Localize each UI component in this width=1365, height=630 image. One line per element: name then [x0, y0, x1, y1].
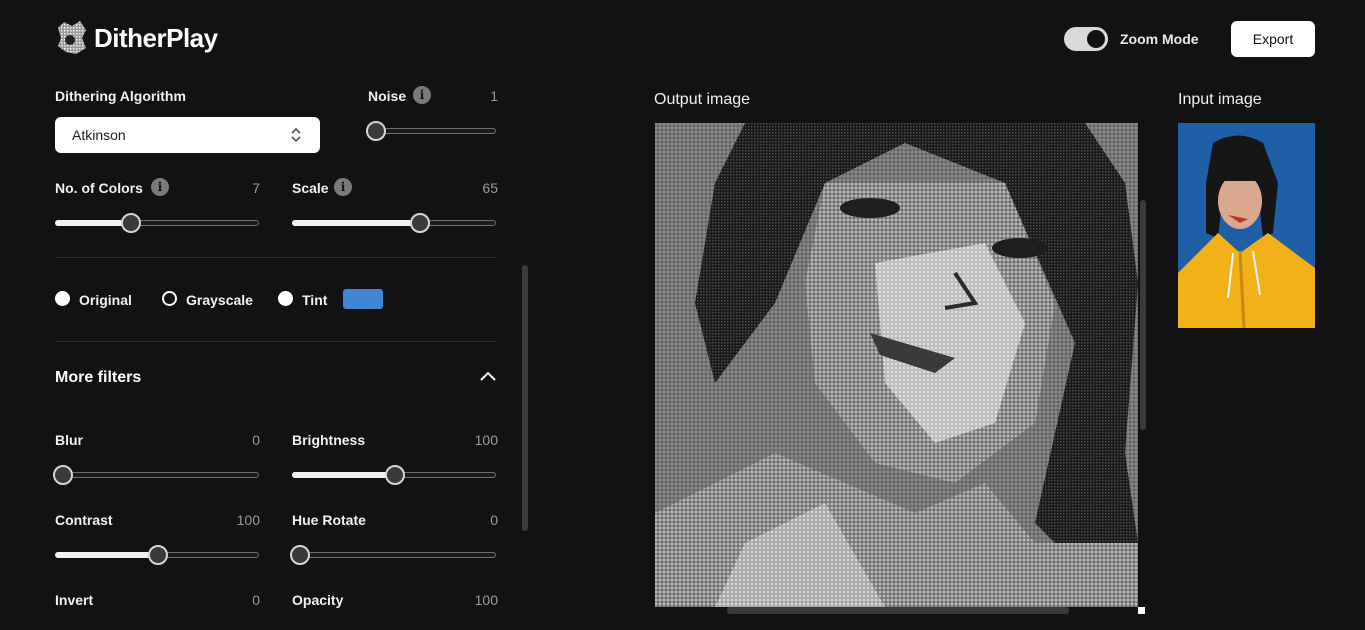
slider-thumb[interactable] [385, 465, 405, 485]
slider-track [53, 472, 259, 478]
chevron-updown-icon [291, 127, 301, 143]
zoom-mode-toggle[interactable] [1064, 27, 1108, 51]
radio-tint-label[interactable]: Tint [302, 292, 327, 308]
radio-original[interactable] [55, 291, 70, 306]
divider [55, 257, 497, 258]
blur-slider[interactable] [53, 463, 259, 487]
brightness-value: 100 [474, 432, 498, 448]
radio-grayscale[interactable] [162, 291, 177, 306]
radio-tint[interactable] [278, 291, 293, 306]
radio-grayscale-label[interactable]: Grayscale [186, 292, 253, 308]
zoom-mode-label: Zoom Mode [1120, 31, 1199, 47]
brightness-label: Brightness [292, 432, 366, 448]
slider-thumb[interactable] [366, 121, 386, 141]
opacity-value: 100 [474, 592, 498, 608]
slider-fill [55, 552, 158, 558]
divider [55, 341, 497, 342]
algorithm-value: Atkinson [72, 127, 126, 143]
toggle-knob [1087, 30, 1105, 48]
scale-label: Scale [292, 180, 329, 196]
chevron-up-icon[interactable] [478, 369, 498, 383]
output-image[interactable] [655, 123, 1138, 607]
export-button[interactable]: Export [1231, 21, 1315, 57]
input-image-render [1178, 123, 1315, 328]
slider-thumb[interactable] [410, 213, 430, 233]
slider-fill [292, 472, 395, 478]
app-logo: DitherPlay [52, 18, 218, 58]
scale-slider[interactable] [292, 211, 496, 235]
tint-color-swatch[interactable] [343, 289, 383, 309]
invert-value: 0 [252, 592, 260, 608]
contrast-value: 100 [236, 512, 260, 528]
hue-rotate-slider[interactable] [290, 543, 496, 567]
brightness-slider[interactable] [292, 463, 496, 487]
blur-value: 0 [252, 432, 260, 448]
colors-value: 7 [252, 180, 260, 196]
more-filters-title[interactable]: More filters [55, 369, 141, 387]
logo-mark-icon [58, 21, 86, 54]
noise-label: Noise [368, 88, 407, 104]
colors-label: No. of Colors [55, 180, 143, 196]
output-horizontal-scrollbar[interactable] [727, 607, 1069, 614]
slider-fill [292, 220, 420, 226]
invert-label: Invert [55, 592, 94, 608]
app-name: DitherPlay [94, 22, 218, 53]
colors-slider[interactable] [55, 211, 259, 235]
algorithm-label: Dithering Algorithm [55, 88, 186, 104]
info-icon[interactable]: i [334, 178, 352, 196]
scale-value: 65 [482, 180, 498, 196]
hue-rotate-label: Hue Rotate [292, 512, 366, 528]
contrast-slider[interactable] [55, 543, 259, 567]
scroll-corner [1138, 607, 1145, 614]
algorithm-select[interactable]: Atkinson [55, 117, 320, 153]
info-icon[interactable]: i [151, 178, 169, 196]
hue-rotate-value: 0 [490, 512, 498, 528]
slider-thumb[interactable] [121, 213, 141, 233]
input-image[interactable] [1178, 123, 1315, 328]
output-image-render [655, 123, 1138, 607]
output-vertical-scrollbar[interactable] [1140, 200, 1146, 430]
radio-original-label[interactable]: Original [79, 292, 132, 308]
slider-fill [55, 220, 131, 226]
noise-slider[interactable] [366, 119, 496, 143]
blur-label: Blur [55, 432, 83, 448]
controls-scrollbar[interactable] [522, 265, 528, 531]
opacity-label: Opacity [292, 592, 344, 608]
slider-thumb[interactable] [53, 465, 73, 485]
slider-thumb[interactable] [290, 545, 310, 565]
info-icon[interactable]: i [413, 86, 431, 104]
slider-thumb[interactable] [148, 545, 168, 565]
output-image-label: Output image [654, 91, 751, 108]
slider-track [290, 552, 496, 558]
contrast-label: Contrast [55, 512, 113, 528]
noise-value: 1 [490, 88, 498, 104]
input-image-label: Input image [1178, 91, 1262, 108]
